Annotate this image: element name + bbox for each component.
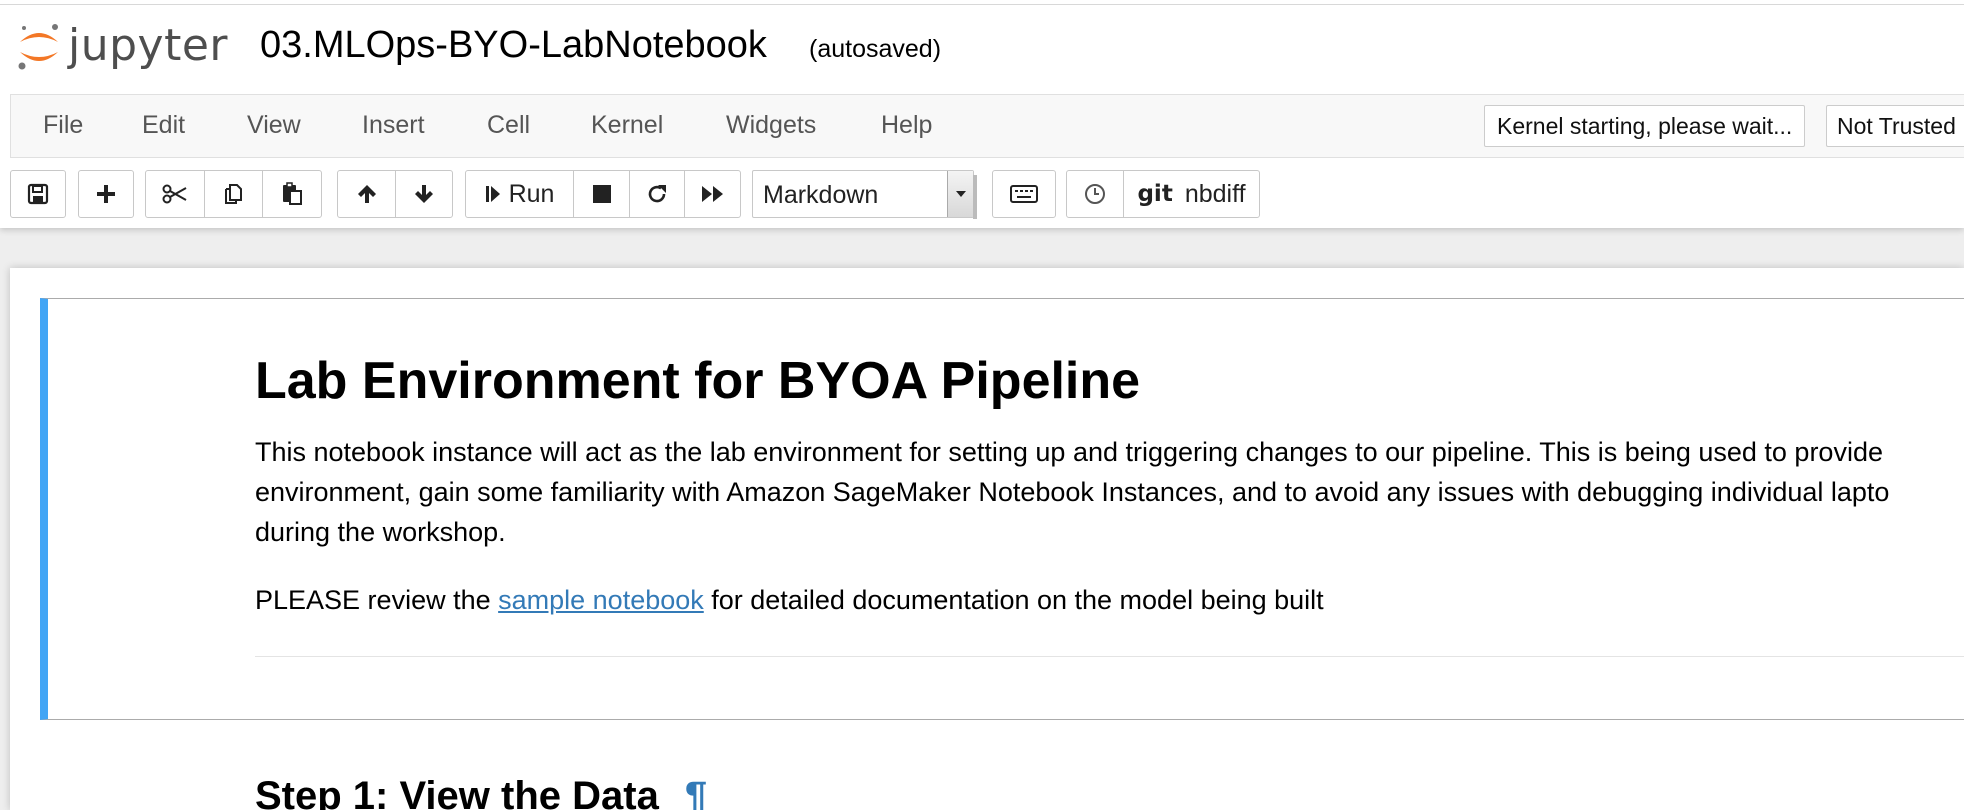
kernel-status-indicator[interactable]: Kernel starting, please wait...: [1484, 105, 1806, 147]
save-icon: [27, 183, 49, 205]
save-group: [10, 170, 66, 218]
move-up-button[interactable]: [337, 170, 396, 218]
step-forward-icon: [485, 184, 501, 204]
stop-icon: [592, 184, 612, 204]
restart-run-all-button[interactable]: [684, 170, 741, 218]
git-label: git: [1137, 181, 1173, 207]
nbdiff-button[interactable]: git nbdiff: [1123, 170, 1260, 218]
cell-heading: Lab Environment for BYOA Pipeline: [255, 352, 1141, 410]
step-1-heading-text: Step 1: View the Data: [255, 774, 659, 810]
chevron-down-icon[interactable]: [947, 171, 973, 217]
scissors-icon: [162, 183, 188, 205]
arrow-up-icon: [356, 183, 378, 205]
notebook-title[interactable]: 03.MLOps-BYO-LabNotebook: [260, 22, 767, 68]
insert-group: [78, 170, 134, 218]
cell-type-select[interactable]: Markdown: [752, 170, 977, 219]
menu-edit[interactable]: Edit: [142, 109, 185, 141]
heading-anchor-link[interactable]: ¶: [685, 774, 707, 810]
menu-widgets[interactable]: Widgets: [726, 109, 816, 141]
trusted-indicator[interactable]: Not Trusted: [1826, 105, 1964, 147]
autosave-status: (autosaved): [809, 35, 942, 63]
fast-forward-icon: [701, 184, 725, 204]
review-prefix: PLEASE review the: [255, 585, 499, 615]
jupyter-logo[interactable]: jupyter: [16, 18, 228, 74]
insert-cell-button[interactable]: [78, 170, 134, 218]
select-shadow: [973, 175, 977, 219]
copy-button[interactable]: [204, 170, 263, 218]
interrupt-kernel-button[interactable]: [573, 170, 630, 218]
edit-group: [145, 170, 322, 218]
history-icon: [1084, 183, 1106, 205]
paste-button[interactable]: [262, 170, 322, 218]
run-group: Run: [465, 170, 741, 218]
save-button[interactable]: [10, 170, 66, 218]
move-down-button[interactable]: [395, 170, 453, 218]
menu-cell[interactable]: Cell: [487, 109, 530, 141]
cut-button[interactable]: [145, 170, 205, 218]
arrow-down-icon: [413, 183, 435, 205]
command-palette-button[interactable]: [992, 170, 1056, 218]
copy-icon: [222, 182, 246, 206]
run-button[interactable]: Run: [465, 170, 574, 218]
step-1-heading: Step 1: View the Data ¶: [255, 772, 707, 810]
cell-divider: [255, 656, 1964, 657]
jupyter-wordmark: jupyter: [68, 20, 228, 71]
top-divider: [0, 4, 1964, 5]
redo-icon: [646, 183, 668, 205]
move-group: [337, 170, 453, 218]
notebook-header: jupyter 03.MLOps-BYO-LabNotebook (autosa…: [0, 0, 1964, 228]
jupyter-logo-icon: [16, 18, 62, 74]
cell-paragraph-line-2: environment, gain some familiarity with …: [255, 477, 1890, 507]
menu-help[interactable]: Help: [881, 109, 932, 141]
review-paragraph: PLEASE review the sample notebook for de…: [255, 580, 1324, 620]
keyboard-icon: [1010, 184, 1038, 204]
menu-file[interactable]: File: [43, 109, 83, 141]
menu-kernel[interactable]: Kernel: [591, 109, 663, 141]
history-button[interactable]: [1066, 170, 1124, 218]
paste-icon: [280, 182, 304, 206]
run-label: Run: [508, 179, 555, 208]
plus-icon: [95, 183, 117, 205]
menu-view[interactable]: View: [247, 109, 301, 141]
nbdiff-label: nbdiff: [1184, 179, 1246, 208]
review-suffix: for detailed documentation on the model …: [703, 585, 1324, 615]
cell-paragraph-line-1: This notebook instance will act as the l…: [255, 437, 1883, 467]
cell-paragraph-line-3: during the workshop.: [255, 517, 506, 547]
cell-type-value: Markdown: [763, 181, 879, 209]
restart-kernel-button[interactable]: [629, 170, 685, 218]
command-palette-group: [992, 170, 1056, 218]
menu-insert[interactable]: Insert: [362, 109, 425, 141]
sample-notebook-link[interactable]: sample notebook: [498, 585, 704, 615]
git-group: git nbdiff: [1066, 170, 1260, 218]
